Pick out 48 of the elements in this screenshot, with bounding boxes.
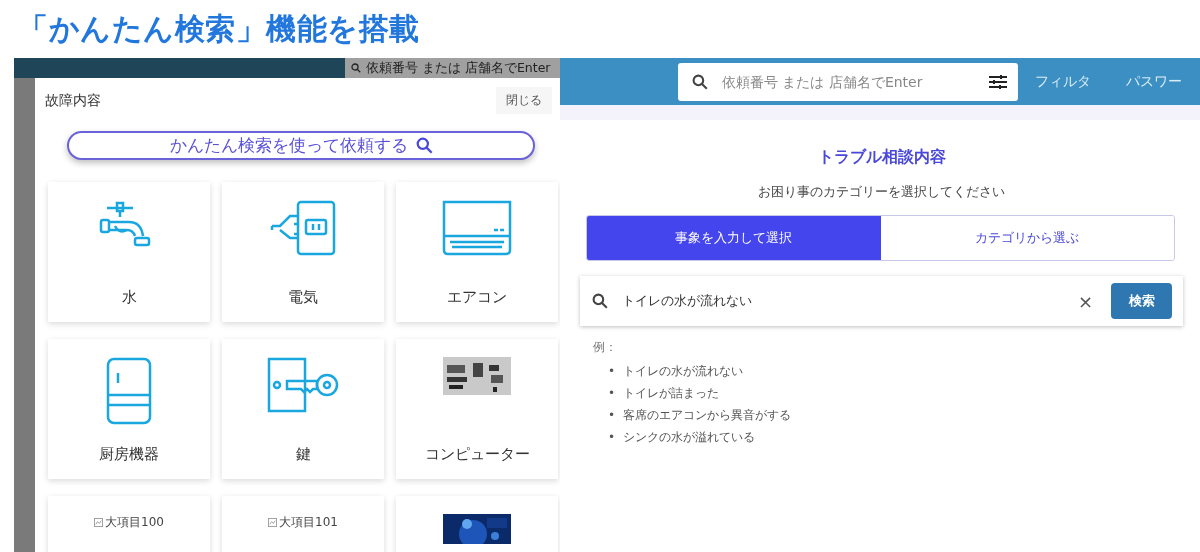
category-card[interactable]: 厨房機器 [48, 339, 210, 479]
category-card[interactable]: 電気 [222, 182, 384, 322]
search-icon [592, 293, 608, 309]
plug-icon [268, 200, 338, 256]
example-item: シンクの水が溢れている [623, 429, 756, 446]
bullet: • [608, 407, 616, 424]
refrigerator-icon [106, 357, 152, 425]
category-card[interactable]: エアコン [396, 182, 558, 322]
category-label: 鍵 [295, 445, 311, 464]
category-card[interactable]: コンピューター [396, 339, 558, 479]
air-conditioner-icon [442, 200, 512, 256]
modal-title: 故障内容 [45, 92, 101, 110]
tab[interactable]: 事象を入力して選択 [587, 216, 881, 260]
filter-icon[interactable] [988, 73, 1008, 90]
bullet: • [608, 363, 616, 380]
category-label: コンピューター [424, 445, 530, 464]
close-button[interactable]: 閉じる [496, 87, 552, 114]
search-button[interactable]: 検索 [1111, 283, 1172, 319]
bullet: • [608, 429, 616, 446]
broken-image-icon [94, 518, 104, 527]
category-card[interactable]: 大項目100 [48, 496, 210, 552]
search-icon [415, 137, 433, 154]
search-field[interactable]: 依頼番号 または 店舗名でEnter [345, 58, 560, 78]
category-label: 水 [121, 288, 137, 307]
example-item: トイレが詰まった [623, 385, 720, 402]
category-label: エアコン [447, 288, 507, 307]
clear-button[interactable]: × [1071, 290, 1099, 312]
image-alt-text: 大項目100 [105, 514, 164, 531]
instruction-text: お困り事のカテゴリーを選択してください [758, 183, 1005, 201]
broken-image-icon [268, 518, 278, 527]
search-icon [351, 63, 361, 73]
easy-search-button[interactable]: かんたん検索を使って依頼する [67, 131, 535, 160]
examples-label: 例： [593, 339, 618, 356]
category-card[interactable]: 水 [48, 182, 210, 322]
category-label: 電気 [288, 288, 318, 307]
door-key-icon [267, 357, 339, 413]
headline: 「かんたん検索」機能を搭載 [18, 9, 420, 48]
search-field[interactable]: 依頼番号 または 店舗名でEnter [678, 62, 1018, 101]
section-title: トラブル相談内容 [817, 147, 946, 168]
category-card[interactable]: 鍵 [222, 339, 384, 479]
image-alt-text: 大項目101 [279, 514, 338, 531]
search-icon [692, 73, 708, 90]
bullet: • [608, 385, 616, 402]
search-field[interactable]: トイレの水が流れない × 検索 [580, 276, 1183, 326]
example-item: トイレの水が流れない [623, 363, 744, 380]
example-item: 客席のエアコンから異音がする [623, 407, 792, 424]
category-label: 厨房機器 [99, 445, 159, 464]
category-card[interactable]: 大項目101 [222, 496, 384, 552]
